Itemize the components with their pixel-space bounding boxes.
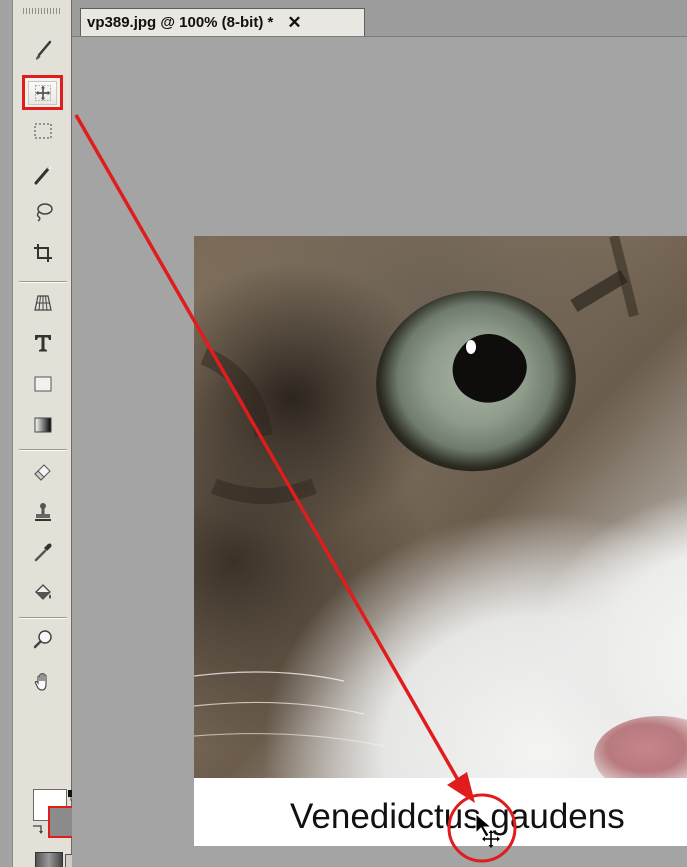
brush-icon	[36, 40, 52, 60]
gradient-tool-button[interactable]	[27, 410, 59, 440]
brush-tool-button[interactable]	[27, 36, 59, 66]
document-tab-title: vp389.jpg @ 100% (8-bit) *	[87, 14, 274, 31]
hand-icon	[34, 672, 47, 691]
document-tab-bar: vp389.jpg @ 100% (8-bit) * ✕	[72, 0, 687, 37]
close-tab-icon[interactable]: ✕	[287, 13, 301, 33]
shape-tool-button[interactable]	[27, 369, 59, 399]
magic-wand-tool-button[interactable]	[27, 160, 59, 190]
type-tool-button[interactable]	[27, 328, 59, 358]
tools-panel	[12, 0, 81, 867]
gradient-icon	[34, 417, 52, 433]
paint-bucket-tool-button[interactable]	[27, 578, 59, 608]
zoom-icon	[33, 630, 52, 649]
tool-separator	[19, 281, 67, 283]
cat-photo	[194, 236, 687, 778]
rectangle-shape-icon	[34, 376, 52, 392]
zoom-tool-button[interactable]	[27, 625, 59, 655]
quick-mask-thumbnail[interactable]	[35, 852, 63, 867]
caption-text-layer[interactable]: Venedidctus gaudens	[290, 797, 625, 837]
document-tab[interactable]: vp389.jpg @ 100% (8-bit) * ✕	[80, 8, 365, 36]
magic-wand-icon	[34, 165, 52, 185]
eraser-icon	[34, 464, 51, 481]
whiskers	[194, 236, 639, 747]
eraser-tool-button[interactable]	[27, 456, 59, 486]
crop-tool-button[interactable]	[27, 238, 59, 268]
tool-separator	[19, 617, 67, 619]
clone-stamp-tool-button[interactable]	[27, 497, 59, 527]
lasso-tool-button[interactable]	[27, 196, 59, 226]
eyedropper-tool-button[interactable]	[27, 537, 59, 567]
hand-tool-button[interactable]	[27, 667, 59, 697]
swap-colors-icon[interactable]	[31, 822, 45, 836]
marquee-icon	[34, 123, 52, 139]
marquee-tool-button[interactable]	[27, 116, 59, 146]
stamp-icon	[35, 503, 51, 521]
crop-icon	[34, 244, 52, 262]
lasso-icon	[36, 203, 53, 222]
panel-grip[interactable]	[23, 8, 61, 14]
perspective-grid-tool-button[interactable]	[27, 288, 59, 318]
perspective-grid-icon	[34, 295, 52, 311]
tool-separator	[19, 449, 67, 451]
eyedropper-icon	[34, 543, 52, 562]
image-canvas[interactable]: Venedidctus gaudens	[194, 236, 687, 846]
move-icon	[34, 84, 51, 101]
image-editor-window: vp389.jpg @ 100% (8-bit) * ✕ Venedidctus…	[0, 0, 687, 867]
move-tool-button[interactable]	[22, 75, 63, 110]
document-workspace: vp389.jpg @ 100% (8-bit) * ✕ Venedidctus…	[72, 0, 687, 867]
paint-bucket-icon	[35, 584, 51, 600]
type-icon	[35, 335, 51, 352]
